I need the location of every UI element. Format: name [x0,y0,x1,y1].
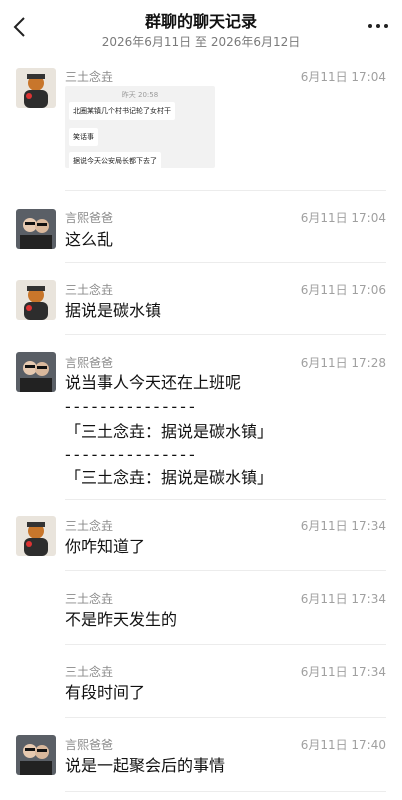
message-item: 言熙爸爸 6月11日 17:40 说是一起聚会后的事情 [0,735,402,797]
page-title: 群聊的聊天记录 [144,12,257,31]
message-time: 6月11日 17:34 [300,665,386,679]
divider [65,717,386,718]
divider [65,262,386,263]
divider [65,190,386,191]
message-text: 说当事人今天还在上班呢 [65,373,242,392]
quote-divider: - - - - - - - - - - - - - - - [65,397,195,416]
more-dots-icon[interactable] [366,18,390,34]
divider [65,644,386,645]
message-time: 6月11日 17:28 [300,356,386,370]
sender-name: 三土念垚 [65,592,114,606]
chat-history-header: 群聊的聊天记录 2026年6月11日 至 2026年6月12日 [0,0,402,58]
message-time: 6月11日 17:34 [300,592,386,606]
sender-name: 言熙爸爸 [65,211,114,225]
message-text: 据说是碳水镇 [65,301,162,320]
quoted-reply: 「三土念垚：据说是碳水镇」 [65,422,274,441]
message-text: 这么乱 [65,230,114,249]
message-time: 6月11日 17:06 [300,283,386,297]
quoted-line: 笑话事 [69,128,98,146]
sender-name: 三土念垚 [65,283,114,297]
quote-divider: - - - - - - - - - - - - - - - [65,445,195,464]
quoted-line: 北圈某镇几个村书记轮了女村干 [69,102,175,120]
quoted-timestamp: 昨天 20:58 [121,91,159,99]
message-text: 有段时间了 [65,683,146,702]
sender-name: 三土念垚 [65,665,114,679]
avatar[interactable] [16,68,56,108]
quoted-line: 据说今天公安局长都下去了 [69,152,161,168]
message-item: 言熙爸爸 6月11日 17:28 说当事人今天还在上班呢 - - - - - -… [0,352,402,502]
date-from: 2026年6月11日 [101,35,192,49]
avatar[interactable] [16,280,56,320]
avatar[interactable] [16,735,56,775]
message-item: 三土念垚 6月11日 17:06 据说是碳水镇 [0,280,402,340]
message-item: 三土念垚 6月11日 17:34 有段时间了 [0,662,402,722]
date-range: 2026年6月11日 至 2026年6月12日 [0,33,402,50]
message-item: 言熙爸爸 6月11日 17:04 这么乱 [0,207,402,267]
divider [65,499,386,500]
quoted-screenshot[interactable]: 昨天 20:58 北圈某镇几个村书记轮了女村干 笑话事 据说今天公安局长都下去了 [65,86,215,168]
sender-name: 三土念垚 [65,70,114,84]
avatar[interactable] [16,352,56,392]
divider [65,570,386,571]
quoted-reply: 「三土念垚：据说是碳水镇」 [65,468,274,487]
message-time: 6月11日 17:34 [300,519,386,533]
message-text: 说是一起聚会后的事情 [65,756,226,775]
sender-name: 言熙爸爸 [65,738,114,752]
message-text: 你咋知道了 [65,537,146,556]
date-to: 2026年6月12日 [210,35,301,49]
message-time: 6月11日 17:40 [300,738,386,752]
date-separator: 至 [194,35,207,49]
message-item: 三土念垚 6月11日 17:34 不是昨天发生的 [0,589,402,649]
message-item: 三土念垚 6月11日 17:34 你咋知道了 [0,516,402,576]
message-time: 6月11日 17:04 [300,70,386,84]
avatar[interactable] [16,209,56,249]
sender-name: 言熙爸爸 [65,356,114,370]
avatar[interactable] [16,516,56,556]
message-item: 三土念垚 6月11日 17:04 昨天 20:58 北圈某镇几个村书记轮了女村干… [0,66,402,192]
message-time: 6月11日 17:04 [300,211,386,225]
divider [65,334,386,335]
message-text: 不是昨天发生的 [65,610,178,629]
sender-name: 三土念垚 [65,519,114,533]
divider [65,791,386,792]
